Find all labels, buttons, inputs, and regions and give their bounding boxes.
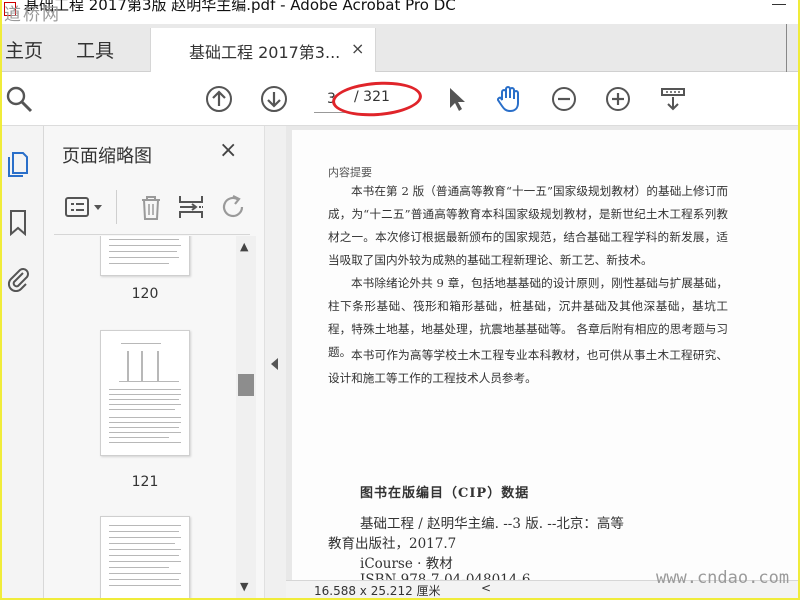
select-pointer-icon[interactable] xyxy=(442,84,472,114)
tab-home[interactable]: 主页 xyxy=(5,36,43,63)
window-title: 基础工程 2017第3版 赵明华主编.pdf - Adobe Acrobat P… xyxy=(24,0,456,14)
scroll-left-icon[interactable]: < xyxy=(481,581,491,595)
watermark-top-left: 道桥网 xyxy=(4,5,61,24)
insert-page-icon[interactable] xyxy=(176,192,206,222)
title-bar: 基础工程 2017第3版 赵明华主编.pdf - Adobe Acrobat P… xyxy=(2,0,798,24)
scrollbar-thumb[interactable] xyxy=(238,374,254,396)
tab-document-label: 基础工程 2017第3... xyxy=(189,43,341,62)
attachments-icon[interactable] xyxy=(6,264,30,292)
panel-toolbar-separator xyxy=(116,190,117,224)
zoom-out-icon[interactable] xyxy=(549,84,579,114)
panel-divider xyxy=(54,234,250,235)
panel-close-icon[interactable]: × xyxy=(219,138,237,163)
cip-title: 图书在版编目（CIP）数据 xyxy=(360,486,530,501)
panel-toolbar xyxy=(44,184,264,232)
zoom-in-icon[interactable] xyxy=(603,84,633,114)
scroll-down-icon[interactable]: ▼ xyxy=(240,580,248,593)
document-view: 内容提要 本书在第 2 版（普通高等教育“十一五”国家级规划教材）的基础上修订而… xyxy=(286,126,798,598)
thumbnail-list: 120 121 xyxy=(44,236,236,598)
main-toolbar: 3 / 321 xyxy=(2,72,798,126)
tab-bar-divider xyxy=(786,24,787,72)
watermark-bottom-right: www.cndao.com xyxy=(656,568,790,588)
page-dimensions: 16.588 x 25.212 厘米 xyxy=(314,584,441,598)
tab-tools[interactable]: 工具 xyxy=(76,36,114,63)
bookmarks-icon[interactable] xyxy=(6,208,30,236)
cip-line: 教育出版社，2017.7 xyxy=(328,536,457,552)
read-mode-icon[interactable] xyxy=(658,84,688,114)
rotate-page-icon[interactable] xyxy=(218,192,248,222)
cip-line: 基础工程 / 赵明华主编. --3 版. --北京：高等 xyxy=(360,516,624,532)
content-summary-heading: 内容提要 xyxy=(328,166,372,179)
tab-document[interactable]: 基础工程 2017第3... × xyxy=(150,28,376,73)
thumbnail-page[interactable] xyxy=(100,330,190,456)
thumbnail-options-icon[interactable] xyxy=(64,192,108,222)
acrobat-window: 基础工程 2017第3版 赵明华主编.pdf - Adobe Acrobat P… xyxy=(2,0,798,598)
left-navigation-rail xyxy=(2,126,44,598)
minimize-icon[interactable] xyxy=(772,4,786,5)
cip-line: iCourse · 教材 xyxy=(360,556,453,572)
thumbnail-page[interactable] xyxy=(100,516,190,598)
search-icon[interactable] xyxy=(4,84,34,114)
tab-bar: 主页 工具 基础工程 2017第3... × xyxy=(2,24,798,73)
panel-title: 页面缩略图 xyxy=(62,146,152,167)
panel-collapse-strip[interactable] xyxy=(264,126,286,598)
pdf-page: 内容提要 本书在第 2 版（普通高等教育“十一五”国家级规划教材）的基础上修订而… xyxy=(292,130,798,592)
thumbnail-scrollbar[interactable]: ▲ ▼ xyxy=(236,236,256,598)
thumbnail-page[interactable] xyxy=(100,236,190,276)
summary-paragraph: 本书可作为高等学校土木工程专业本科教材，也可供从事土木工程研究、设计和施工等工作… xyxy=(328,348,728,385)
hand-tool-icon[interactable] xyxy=(494,84,524,114)
page-up-icon[interactable] xyxy=(204,84,234,114)
collapse-arrow-icon[interactable] xyxy=(271,358,278,370)
close-tab-icon[interactable]: × xyxy=(351,39,364,58)
delete-page-icon[interactable] xyxy=(136,192,166,222)
thumbnail-label: 121 xyxy=(131,474,159,490)
summary-paragraph: 本书在第 2 版（普通高等教育“十一五”国家级规划教材）的基础上修订而成，为“十… xyxy=(328,184,728,267)
thumbnail-label: 120 xyxy=(131,286,159,302)
page-thumbnails-icon[interactable] xyxy=(6,150,30,178)
page-down-icon[interactable] xyxy=(259,84,289,114)
thumbnail-panel: 页面缩略图 × 120 121 ▲ ▼ xyxy=(44,126,264,598)
scroll-up-icon[interactable]: ▲ xyxy=(240,240,248,253)
